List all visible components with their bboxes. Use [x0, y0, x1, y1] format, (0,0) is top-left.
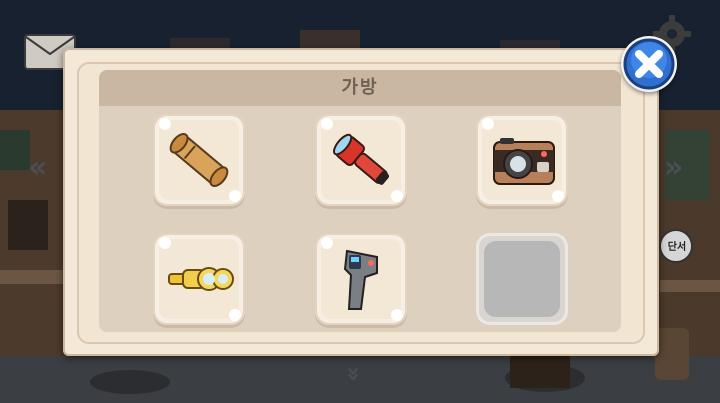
clue-sign[interactable]: 단서	[662, 238, 692, 253]
close-icon	[623, 38, 675, 90]
inventory-title: 가방	[341, 77, 379, 98]
prev-scene-arrow-icon[interactable]: «	[28, 150, 47, 185]
inventory-slot-spyglass[interactable]	[153, 233, 245, 325]
flashlight-icon	[333, 133, 390, 185]
inventory-slot-thermometer[interactable]	[315, 233, 407, 325]
inventory-slot-empty[interactable]	[476, 233, 568, 325]
inventory-slot-scroll[interactable]	[153, 114, 245, 206]
spyglass-icon	[168, 267, 234, 291]
down-scene-arrow-icon[interactable]: »	[340, 366, 368, 382]
thermometer-gun-icon	[343, 249, 378, 310]
next-scene-arrow-icon[interactable]: »	[664, 150, 683, 185]
camera-icon	[493, 138, 555, 185]
inventory-slot-camera[interactable]	[476, 114, 568, 206]
scroll-icon	[169, 133, 229, 187]
inventory-slot-flashlight[interactable]	[315, 114, 407, 206]
close-button[interactable]	[621, 36, 677, 92]
